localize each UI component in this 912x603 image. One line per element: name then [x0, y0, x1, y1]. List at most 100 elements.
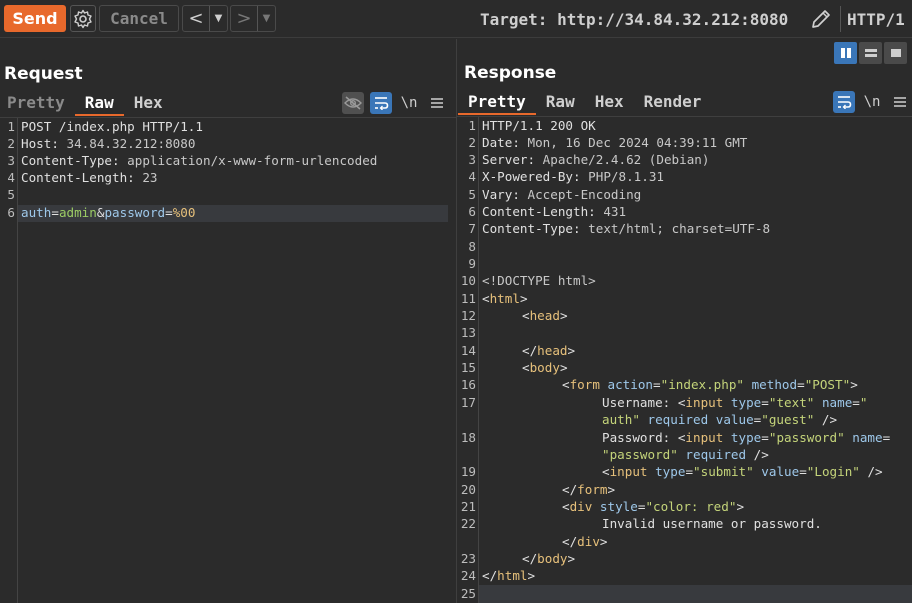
attr-name: name [814, 395, 853, 410]
line-number: 24 [460, 568, 476, 583]
forward-history-dropdown-icon[interactable]: ▼ [257, 6, 275, 31]
attr-name: style [592, 499, 638, 514]
settings-gear-icon[interactable] [70, 5, 96, 32]
attr-value: "guest" [761, 412, 815, 427]
tag-bracket: > [850, 377, 858, 392]
html-line-wrap: auth" required value="guest" /> [602, 412, 837, 427]
text-content: Username: [602, 395, 678, 410]
back-history-dropdown-icon[interactable]: ▼ [209, 6, 227, 31]
hide-eye-icon[interactable] [342, 92, 364, 114]
word-wrap-icon[interactable] [833, 91, 855, 113]
doctype-text: <!DOCTYPE html> [482, 273, 596, 288]
split-rows-icon[interactable] [859, 42, 882, 64]
tag-bracket: > [527, 568, 536, 583]
back-button[interactable]: < [183, 6, 209, 31]
attr-value: "color: red" [645, 499, 737, 514]
attr-value: "text" [768, 395, 815, 410]
tag-name: html [489, 291, 520, 306]
line-number: 2 [7, 136, 15, 151]
layout-toggle [834, 42, 908, 64]
cancel-button[interactable]: Cancel [99, 5, 179, 32]
tag-bracket: < [522, 308, 530, 323]
single-pane-icon[interactable] [884, 42, 907, 64]
attr-eq: = [852, 395, 860, 410]
attr-eq: = [882, 430, 891, 445]
param-eq: = [165, 205, 173, 220]
request-editor[interactable]: 1 2 3 4 5 6 POST /index.php HTTP/1.1 Hos… [0, 118, 456, 603]
tag-bracket: > [736, 499, 745, 514]
header-name: Content-Type: [21, 153, 120, 168]
edit-pencil-icon[interactable] [808, 6, 834, 32]
tab-render[interactable]: Render [634, 91, 712, 115]
forward-button[interactable]: > [231, 6, 257, 31]
request-line: POST /index.php HTTP/1.1 [21, 119, 203, 134]
html-line: <head> [522, 308, 568, 323]
line-number: 4 [468, 169, 476, 184]
tab-hex[interactable]: Hex [585, 91, 634, 115]
line-number: 7 [468, 221, 476, 236]
newline-toggle[interactable]: \n [861, 91, 883, 113]
html-line-wrap: </div> [562, 534, 608, 549]
tag-bracket: < [602, 464, 610, 479]
tag-bracket: > [559, 360, 568, 375]
line-number: 4 [7, 170, 15, 185]
send-button[interactable]: Send [4, 5, 66, 32]
tag-bracket: > [559, 308, 568, 323]
tag-name: div [577, 534, 600, 549]
tag-name: input [685, 430, 724, 445]
line-number: 2 [468, 135, 476, 150]
request-tabs: Pretty Raw Hex [0, 92, 173, 116]
tag-bracket: < [522, 360, 530, 375]
line-number: 1 [7, 119, 15, 134]
forward-navigation[interactable]: > ▼ [230, 5, 276, 32]
attr-value: "index.php" [660, 377, 745, 392]
html-line: Invalid username or password. [602, 516, 822, 531]
line-number: 12 [460, 308, 476, 323]
tab-pretty[interactable]: Pretty [0, 92, 75, 116]
header-value: Accept-Encoding [519, 187, 642, 202]
html-line: <div style="color: red"> [562, 499, 744, 514]
html-line: <input type="submit" value="Login" /> [602, 464, 883, 479]
attr-name: required [677, 447, 747, 462]
menu-icon[interactable] [426, 92, 448, 114]
attr-name: value [708, 412, 754, 427]
menu-icon[interactable] [889, 91, 911, 113]
html-line: </form> [562, 482, 615, 497]
tag-bracket: </ [522, 551, 538, 566]
toolbar-divider [840, 6, 841, 32]
status-line: HTTP/1.1 200 OK [482, 118, 596, 133]
param-eq: = [51, 205, 59, 220]
attr-name: value [753, 464, 800, 479]
attr-eq: = [797, 377, 805, 392]
target-label: Target: http://34.84.32.212:8080 [480, 9, 789, 29]
word-wrap-icon[interactable] [370, 92, 392, 114]
tag-name: head [529, 308, 560, 323]
html-line: Password: <input type="password" name= [602, 430, 890, 445]
tag-bracket: > [607, 482, 616, 497]
header-value: Mon, 16 Dec 2024 04:39:11 GMT [519, 135, 748, 150]
attr-eq: = [799, 464, 807, 479]
header-name: Vary: [482, 187, 520, 202]
header-name: Content-Length: [21, 170, 135, 185]
tab-hex[interactable]: Hex [124, 92, 173, 116]
line-number: 5 [468, 187, 476, 202]
tab-pretty[interactable]: Pretty [458, 91, 536, 115]
line-number: 17 [460, 395, 476, 410]
split-columns-icon[interactable] [834, 42, 857, 64]
tab-raw[interactable]: Raw [74, 92, 124, 116]
protocol-label[interactable]: HTTP/1 [847, 8, 905, 30]
tag-name: input [609, 464, 648, 479]
response-editor-tools: \n [833, 91, 911, 113]
tag-bracket: </ [562, 482, 578, 497]
response-editor[interactable]: 1 2 3 4 5 6 7 8 9 10 11 12 13 14 15 16 1… [457, 117, 912, 603]
tag-bracket: < [482, 291, 490, 306]
header-line: Content-Type: application/x-www-form-url… [21, 153, 377, 168]
newline-toggle[interactable]: \n [398, 92, 420, 114]
back-navigation[interactable]: < ▼ [182, 5, 228, 32]
header-name: Content-Length: [482, 204, 596, 219]
html-line: </html> [482, 568, 535, 583]
tab-raw[interactable]: Raw [536, 91, 585, 115]
header-value: text/html; charset=UTF-8 [580, 221, 771, 236]
text-content: Invalid username or password. [602, 516, 822, 531]
tag-bracket: </ [522, 343, 538, 358]
